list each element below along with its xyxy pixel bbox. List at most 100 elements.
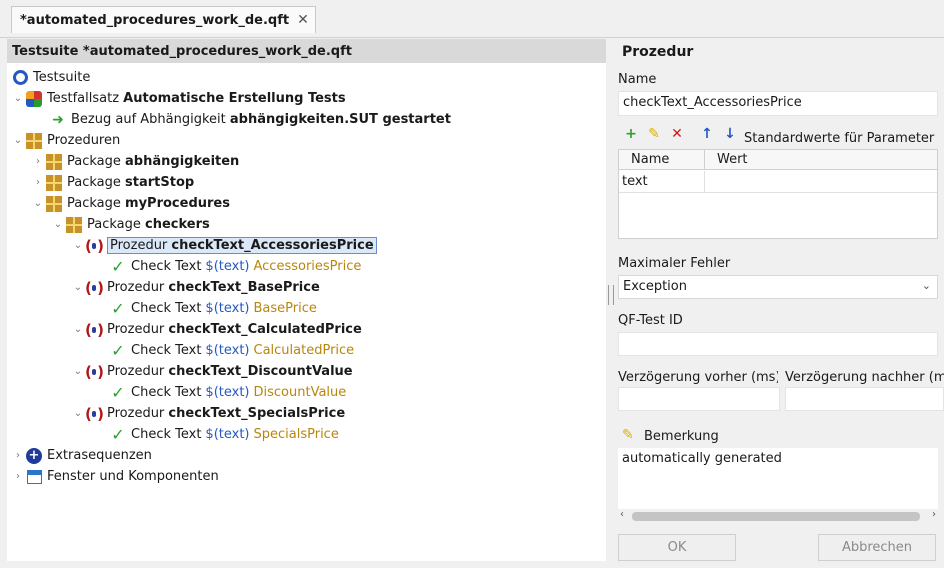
delay-after-field[interactable]: [785, 387, 944, 411]
detail-panel: Prozedur Name checkText_AccessoriesPrice…: [612, 39, 944, 568]
chevron-right-icon[interactable]: ›: [11, 450, 25, 461]
params-label: Standardwerte für Parameter: [744, 131, 935, 146]
param-name-cell[interactable]: text: [619, 171, 705, 193]
tree-node-testsuite[interactable]: Testsuite: [11, 67, 90, 88]
package-icon: [65, 216, 83, 234]
tree-node-package-startstop[interactable]: › Package startStop: [31, 172, 194, 193]
variable-ref: $(text): [205, 343, 250, 358]
tree-node-check-text[interactable]: ✓ Check Text $(text) CalculatedPrice: [109, 340, 354, 361]
tree-node-package-myprocedures[interactable]: ⌄ Package myProcedures: [31, 193, 230, 214]
check-value: CalculatedPrice: [253, 343, 355, 358]
chevron-down-icon[interactable]: ⌄: [31, 198, 45, 209]
edit-row-icon[interactable]: ✎: [645, 125, 663, 143]
node-label: checkers: [145, 217, 210, 232]
tree-node-extras[interactable]: › + Extrasequenzen: [11, 445, 152, 466]
chevron-right-icon[interactable]: ›: [11, 471, 25, 482]
node-type: Prozedur: [107, 406, 165, 421]
chevron-down-icon[interactable]: ⌄: [11, 93, 25, 104]
close-icon[interactable]: ✕: [297, 12, 309, 28]
column-header-value[interactable]: Wert: [705, 150, 937, 170]
chevron-down-icon[interactable]: ⌄: [71, 240, 85, 251]
check-value: BasePrice: [253, 301, 317, 316]
chevron-down-icon[interactable]: ⌄: [71, 366, 85, 377]
node-label: Fenster und Komponenten: [47, 469, 219, 484]
name-field[interactable]: checkText_AccessoriesPrice: [618, 91, 938, 116]
delete-row-icon[interactable]: ✕: [668, 125, 686, 143]
max-error-select[interactable]: Exception ⌄: [618, 275, 938, 299]
chevron-right-icon[interactable]: ›: [31, 177, 45, 188]
chevron-right-icon[interactable]: ›: [31, 156, 45, 167]
tree-node-dependency-reference[interactable]: ➜ Bezug auf Abhängigkeit abhängigkeiten.…: [49, 109, 451, 130]
tree-node-procedure[interactable]: ⌄ () Prozedur checkText_BasePrice: [71, 277, 320, 298]
qftest-id-field[interactable]: [618, 332, 938, 356]
tree-node-procedure[interactable]: ⌄ () Prozedur checkText_SpecialsPrice: [71, 403, 345, 424]
tree-node-check-text[interactable]: ✓ Check Text $(text) AccessoriesPrice: [109, 256, 361, 277]
move-up-icon[interactable]: ↑: [698, 125, 716, 143]
node-label: abhängigkeiten: [125, 154, 240, 169]
scroll-right-icon[interactable]: ›: [932, 509, 936, 520]
tab-bar: *automated_procedures_work_de.qft ✕: [0, 0, 944, 38]
chevron-down-icon[interactable]: ⌄: [51, 219, 65, 230]
variable-ref: $(text): [205, 259, 250, 274]
tree-node-check-text[interactable]: ✓ Check Text $(text) BasePrice: [109, 298, 317, 319]
param-value-cell[interactable]: [705, 171, 937, 193]
ok-button[interactable]: OK: [618, 534, 736, 561]
remark-horizontal-scrollbar[interactable]: ‹ ›: [618, 509, 938, 523]
tree-node-procedures[interactable]: ⌄ Prozeduren: [11, 130, 120, 151]
note-icon: ✎: [622, 427, 634, 443]
node-type: Bezug auf Abhängigkeit: [71, 112, 226, 127]
package-icon: [45, 153, 63, 171]
node-type: Check Text: [131, 301, 202, 316]
node-type: Prozedur: [107, 280, 165, 295]
tree-node-package-checkers[interactable]: ⌄ Package checkers: [51, 214, 210, 235]
variable-ref: $(text): [205, 427, 250, 442]
package-icon: [45, 195, 63, 213]
node-type: Package: [67, 196, 121, 211]
node-type: Testfallsatz: [47, 91, 120, 106]
node-label: Automatische Erstellung Tests: [123, 91, 346, 106]
cancel-button[interactable]: Abbrechen: [818, 534, 936, 561]
node-type: Prozedur: [107, 364, 165, 379]
scroll-left-icon[interactable]: ‹: [620, 509, 624, 520]
variable-ref: $(text): [205, 301, 250, 316]
tree-node-check-text[interactable]: ✓ Check Text $(text) DiscountValue: [109, 382, 346, 403]
chevron-down-icon[interactable]: ⌄: [71, 324, 85, 335]
remark-textarea[interactable]: automatically generated: [618, 448, 938, 509]
tree-node-testcase-set[interactable]: ⌄ Testfallsatz Automatische Erstellung T…: [11, 88, 346, 109]
check-text-icon: ✓: [111, 341, 125, 360]
package-icon: [45, 174, 63, 192]
column-header-name[interactable]: Name: [619, 150, 705, 170]
node-label: checkText_BasePrice: [168, 280, 320, 295]
delay-before-label: Verzögerung vorher (ms): [618, 370, 778, 385]
extras-icon: +: [25, 447, 43, 465]
tree-node-procedure[interactable]: ⌄ () Prozedur checkText_DiscountValue: [71, 361, 353, 382]
editor-tab[interactable]: *automated_procedures_work_de.qft ✕: [11, 6, 316, 33]
parameter-table[interactable]: Name Wert text: [618, 149, 938, 239]
chevron-down-icon[interactable]: ⌄: [71, 282, 85, 293]
tree-node-check-text[interactable]: ✓ Check Text $(text) SpecialsPrice: [109, 424, 339, 445]
procedure-icon: (): [85, 236, 104, 255]
delay-before-field[interactable]: [618, 387, 780, 411]
node-type: Check Text: [131, 427, 202, 442]
node-label: checkText_AccessoriesPrice: [171, 238, 374, 253]
package-icon: [25, 132, 43, 150]
node-label: abhängigkeiten.SUT gestartet: [229, 112, 451, 127]
check-value: AccessoriesPrice: [253, 259, 362, 274]
scrollbar-thumb[interactable]: [632, 512, 920, 521]
check-value: DiscountValue: [253, 385, 347, 400]
tree-node-procedure[interactable]: ⌄ () Prozedur checkText_AccessoriesPrice: [71, 235, 377, 256]
tree-node-procedure[interactable]: ⌄ () Prozedur checkText_CalculatedPrice: [71, 319, 362, 340]
chevron-down-icon[interactable]: ⌄: [11, 135, 25, 146]
move-down-icon[interactable]: ↓: [721, 125, 739, 143]
chevron-down-icon[interactable]: ⌄: [71, 408, 85, 419]
node-type: Package: [67, 175, 121, 190]
tree-node-windows-components[interactable]: › Fenster und Komponenten: [11, 466, 219, 487]
procedure-icon: (): [85, 362, 104, 381]
max-error-label: Maximaler Fehler: [618, 256, 731, 271]
node-type: Check Text: [131, 343, 202, 358]
add-row-icon[interactable]: +: [622, 125, 640, 143]
qftest-id-label: QF-Test ID: [618, 313, 683, 328]
dependency-reference-icon: ➜: [52, 111, 64, 128]
node-label: startStop: [125, 175, 195, 190]
tree-node-package-abhaengigkeiten[interactable]: › Package abhängigkeiten: [31, 151, 239, 172]
